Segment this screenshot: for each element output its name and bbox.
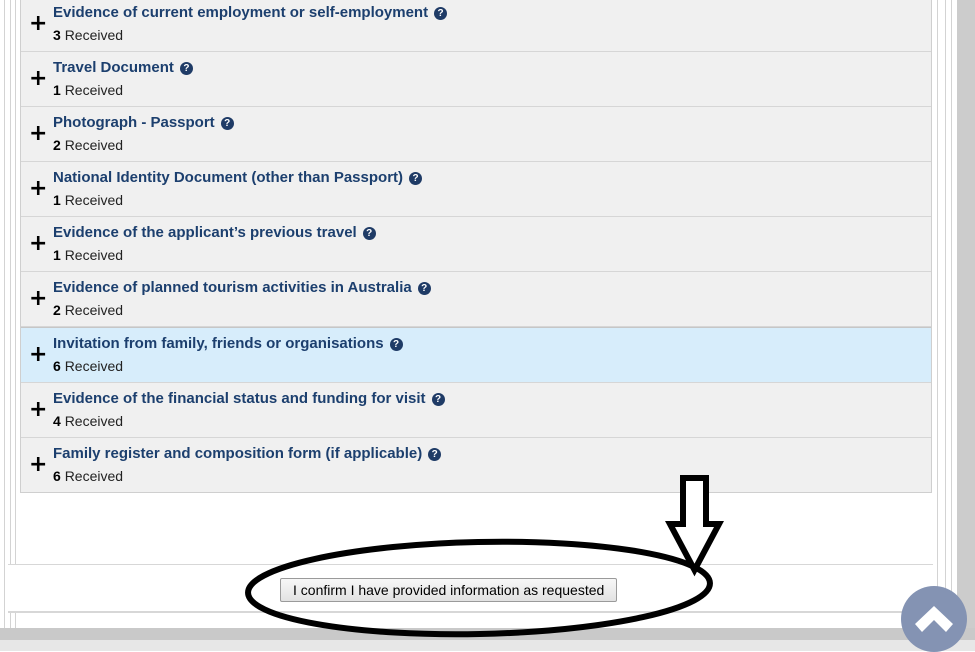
checklist-row-title[interactable]: Evidence of the applicant’s previous tra…: [53, 224, 357, 241]
scroll-to-top-button[interactable]: [901, 586, 967, 652]
checklist-row[interactable]: + Evidence of current employment or self-…: [21, 0, 931, 52]
received-label: Received: [64, 247, 124, 263]
checklist-row[interactable]: + Evidence of the applicant’s previous tr…: [21, 217, 931, 272]
checklist-row-heading: Evidence of planned tourism activities i…: [53, 278, 921, 298]
checklist-row-status: 4 Received: [53, 412, 921, 430]
checklist-row-heading: Evidence of current employment or self-e…: [53, 3, 921, 23]
received-label: Received: [64, 302, 124, 318]
expand-plus-icon[interactable]: +: [29, 344, 47, 366]
received-count: 2: [53, 302, 61, 318]
received-label: Received: [64, 192, 124, 208]
checklist-row-status: 2 Received: [53, 301, 921, 319]
footer-band-light: [0, 640, 975, 651]
received-count: 1: [53, 192, 61, 208]
checklist-row-title[interactable]: Evidence of the financial status and fun…: [53, 390, 426, 407]
checklist-row-heading: Photograph - Passport?: [53, 113, 921, 133]
help-icon[interactable]: ?: [417, 282, 431, 296]
left-edge-rule-3: [15, 0, 16, 628]
expand-plus-icon[interactable]: +: [29, 233, 47, 255]
help-icon[interactable]: ?: [434, 7, 448, 21]
help-icon[interactable]: ?: [431, 393, 445, 407]
page-root: + Evidence of current employment or self-…: [0, 0, 975, 652]
checklist-row-title[interactable]: Photograph - Passport: [53, 114, 215, 131]
help-icon[interactable]: ?: [179, 62, 193, 76]
expand-plus-icon[interactable]: +: [29, 288, 47, 310]
checklist-row[interactable]: + Invitation from family, friends or orga…: [21, 327, 931, 383]
help-icon[interactable]: ?: [220, 117, 234, 131]
checklist-row-title[interactable]: Invitation from family, friends or organ…: [53, 335, 384, 352]
received-count: 6: [53, 358, 61, 374]
checklist-row-status: 1 Received: [53, 81, 921, 99]
received-label: Received: [64, 468, 124, 484]
checklist-row-status: 2 Received: [53, 136, 921, 154]
checklist-row-heading: Travel Document?: [53, 58, 921, 78]
received-label: Received: [64, 413, 124, 429]
checklist-row-heading: Evidence of the financial status and fun…: [53, 389, 921, 409]
expand-plus-icon[interactable]: +: [29, 454, 47, 476]
expand-plus-icon[interactable]: +: [29, 178, 47, 200]
received-count: 4: [53, 413, 61, 429]
checklist-row-status: 6 Received: [53, 467, 921, 485]
checklist-row-heading: Family register and composition form (if…: [53, 444, 921, 464]
checklist-row[interactable]: + Evidence of the financial status and fu…: [21, 383, 931, 438]
received-count: 1: [53, 82, 61, 98]
checklist-row-status: 6 Received: [53, 357, 921, 375]
footer-band-dark: [0, 628, 975, 640]
received-count: 1: [53, 247, 61, 263]
right-edge-rule-1: [937, 0, 938, 628]
checklist-row-title[interactable]: Evidence of current employment or self-e…: [53, 4, 428, 21]
help-icon[interactable]: ?: [389, 338, 403, 352]
checklist-row-title[interactable]: Travel Document: [53, 59, 174, 76]
checklist-row[interactable]: + Travel Document? 1 Received: [21, 52, 931, 107]
received-label: Received: [64, 358, 124, 374]
left-edge-rule-1: [4, 0, 5, 628]
checklist-row-status: 1 Received: [53, 246, 921, 264]
content-bottom-divider: [8, 612, 933, 613]
checklist-row-title[interactable]: Family register and composition form (if…: [53, 445, 422, 462]
received-label: Received: [64, 82, 124, 98]
received-label: Received: [64, 27, 124, 43]
help-icon[interactable]: ?: [362, 227, 376, 241]
received-count: 6: [53, 468, 61, 484]
received-label: Received: [64, 137, 124, 153]
help-icon[interactable]: ?: [409, 172, 423, 186]
help-icon[interactable]: ?: [428, 448, 442, 462]
document-checklist-panel: + Evidence of current employment or self-…: [20, 0, 932, 493]
checklist-row-heading: Invitation from family, friends or organ…: [53, 334, 921, 354]
checklist-row[interactable]: + Evidence of planned tourism activities …: [21, 272, 931, 327]
checklist-row[interactable]: + Family register and composition form (i…: [21, 438, 931, 492]
expand-plus-icon[interactable]: +: [29, 13, 47, 35]
expand-plus-icon[interactable]: +: [29, 399, 47, 421]
left-edge-rule-2: [10, 0, 11, 628]
checklist-row-title[interactable]: Evidence of planned tourism activities i…: [53, 279, 412, 296]
expand-plus-icon[interactable]: +: [29, 123, 47, 145]
checklist-row-title[interactable]: National Identity Document (other than P…: [53, 169, 403, 186]
right-edge-rule-3: [951, 0, 952, 628]
checklist-row-heading: Evidence of the applicant’s previous tra…: [53, 223, 921, 243]
checklist-row[interactable]: + Photograph - Passport? 2 Received: [21, 107, 931, 162]
confirm-information-button[interactable]: I confirm I have provided information as…: [280, 578, 618, 602]
checklist-row-heading: National Identity Document (other than P…: [53, 168, 921, 188]
expand-plus-icon[interactable]: +: [29, 68, 47, 90]
checklist-row-status: 3 Received: [53, 26, 921, 44]
checklist-row-status: 1 Received: [53, 191, 921, 209]
right-gutter-strip: [957, 0, 975, 628]
received-count: 3: [53, 27, 61, 43]
received-count: 2: [53, 137, 61, 153]
checklist-row[interactable]: + National Identity Document (other than …: [21, 162, 931, 217]
right-edge-rule-2: [945, 0, 946, 628]
